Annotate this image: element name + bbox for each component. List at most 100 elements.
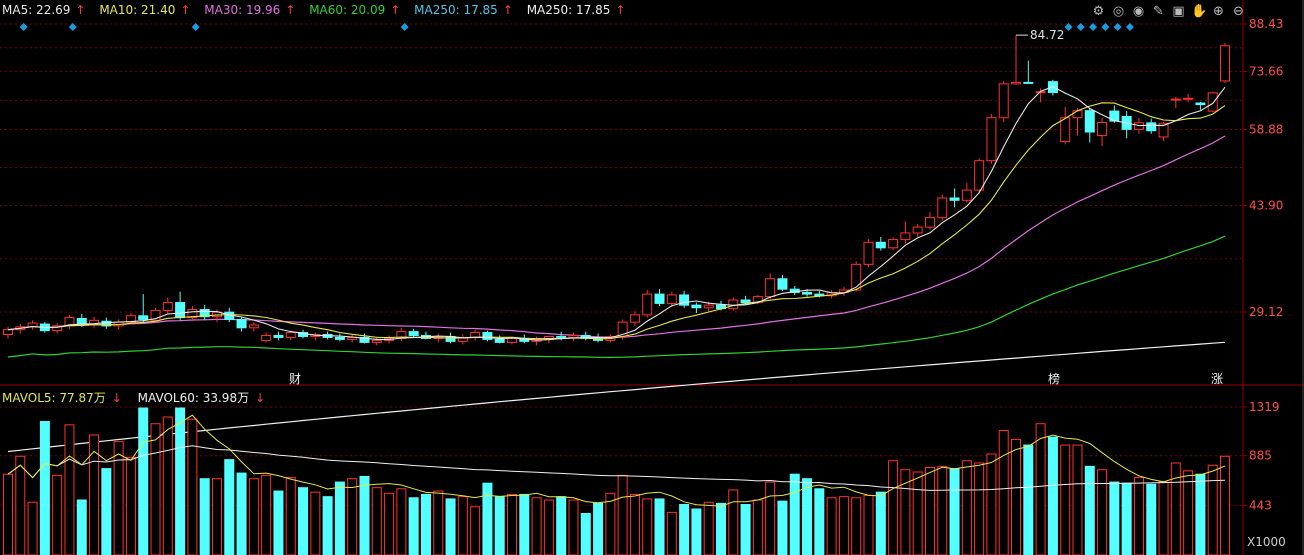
- volume-bar: [298, 487, 309, 555]
- candle-body: [888, 239, 899, 249]
- volume-bar: [371, 487, 382, 555]
- volume-bar: [863, 495, 874, 555]
- volume-bar: [1170, 462, 1181, 555]
- price-tick-label: 58.88: [1249, 122, 1283, 136]
- volume-bar: [1011, 438, 1022, 555]
- volume-bar: [433, 490, 444, 555]
- volume-bar: [974, 462, 985, 555]
- volume-bar: [150, 423, 161, 555]
- volume-bar: [580, 512, 591, 555]
- candle-body: [1060, 117, 1071, 143]
- volume-bar: [568, 499, 579, 555]
- volume-bar: [1133, 477, 1144, 555]
- candle-body: [802, 291, 813, 295]
- candle-body: [1195, 102, 1206, 106]
- volume-bar: [470, 506, 481, 555]
- volume-bar: [64, 424, 75, 555]
- candle-body: [236, 318, 247, 329]
- zoom-in-icon[interactable]: ⊕: [1211, 4, 1226, 19]
- candle-body: [863, 241, 874, 265]
- zoom-out-icon[interactable]: ⊖: [1231, 4, 1246, 19]
- volume-bar: [924, 466, 935, 555]
- volume-bar: [617, 474, 628, 555]
- candle-body: [851, 263, 862, 291]
- eye-icon[interactable]: ◉: [1131, 4, 1146, 19]
- volume-bar: [482, 482, 493, 555]
- target-icon[interactable]: ◎: [1111, 4, 1126, 19]
- volume-bar: [1220, 455, 1230, 555]
- volume-bar: [3, 473, 13, 555]
- candle-body: [162, 302, 173, 311]
- volume-bar: [519, 493, 530, 555]
- volume-bar: [851, 497, 862, 555]
- volume-bar: [310, 491, 321, 555]
- candle-body: [900, 232, 911, 241]
- volume-bar: [605, 492, 616, 555]
- candle-body: [629, 314, 640, 323]
- volume-bar: [1097, 469, 1108, 555]
- volume-bar: [986, 453, 997, 555]
- candle-body: [937, 197, 948, 219]
- volume-bar: [408, 497, 419, 555]
- volume-bar: [912, 471, 923, 555]
- volume-bar: [175, 407, 186, 555]
- marker-zhang[interactable]: 涨: [1211, 370, 1223, 387]
- volume-bar: [728, 489, 739, 555]
- volume-bar: [1060, 444, 1071, 555]
- candle-body: [961, 189, 972, 201]
- candle-body: [924, 217, 935, 228]
- max-price-label: 84.72: [1030, 28, 1064, 42]
- candle-body: [556, 335, 567, 338]
- hand-icon[interactable]: ✋: [1191, 4, 1207, 19]
- legend-mavol60: MAVOL60: 33.98万 ↓: [137, 391, 266, 405]
- marker-cai[interactable]: 财: [289, 370, 301, 387]
- candle-body: [175, 302, 186, 319]
- ma-legend: MA5: 22.69 ↑ MA10: 21.40 ↑ MA30: 19.96 ↑ MA…: [2, 3, 635, 17]
- price-tick-label: 88.43: [1249, 17, 1283, 31]
- volume-bar: [666, 511, 677, 555]
- candle-body: [273, 334, 284, 338]
- candle-body: [1084, 110, 1095, 133]
- candle-body: [765, 278, 776, 298]
- trash-icon[interactable]: ▣: [1171, 4, 1186, 19]
- volume-bar: [531, 497, 542, 555]
- volume-bar: [1195, 473, 1206, 555]
- volume-unit-label: X1000: [1247, 535, 1286, 549]
- pen-icon[interactable]: ✎: [1151, 4, 1166, 19]
- volume-bar: [1035, 423, 1046, 555]
- candle-body: [76, 317, 87, 325]
- candle-body: [1183, 97, 1194, 100]
- volume-bar: [1084, 465, 1095, 555]
- volume-bar: [187, 418, 198, 555]
- candle-body: [1170, 98, 1181, 101]
- volume-bar: [359, 475, 370, 555]
- volume-bar: [1023, 444, 1034, 555]
- legend-ma30: MA30: 19.96 ↑: [204, 3, 296, 17]
- legend-mavol5: MAVOL5: 77.87万 ↓: [2, 391, 122, 405]
- volume-bar: [101, 468, 112, 555]
- candle-body: [1011, 81, 1022, 85]
- volume-bar: [715, 502, 726, 555]
- volume-bar: [1158, 481, 1169, 555]
- candle-body: [1097, 121, 1108, 137]
- gear-icon[interactable]: ⚙: [1091, 4, 1106, 19]
- candle-body: [875, 241, 886, 249]
- volume-bar: [789, 473, 800, 555]
- volume-bar: [838, 496, 849, 555]
- price-tick-label: 73.66: [1249, 64, 1283, 78]
- candle-body: [371, 339, 382, 343]
- candle-body: [1072, 110, 1083, 119]
- volume-bar: [826, 497, 837, 555]
- candle-body: [482, 332, 493, 340]
- volume-legend: MAVOL5: 77.87万 ↓ MAVOL60: 33.98万 ↓: [2, 389, 277, 406]
- volume-bar: [802, 478, 813, 555]
- volume-bar: [642, 498, 653, 555]
- legend-ma60: MA60: 20.09 ↑: [309, 3, 401, 17]
- marker-bang[interactable]: 榜: [1048, 370, 1060, 387]
- volume-bar: [1146, 483, 1157, 555]
- candle-body: [261, 334, 272, 341]
- volume-bar: [1121, 482, 1132, 555]
- volume-bar: [76, 499, 87, 555]
- volume-tick-label: 443: [1249, 498, 1272, 512]
- candle-body: [408, 331, 419, 336]
